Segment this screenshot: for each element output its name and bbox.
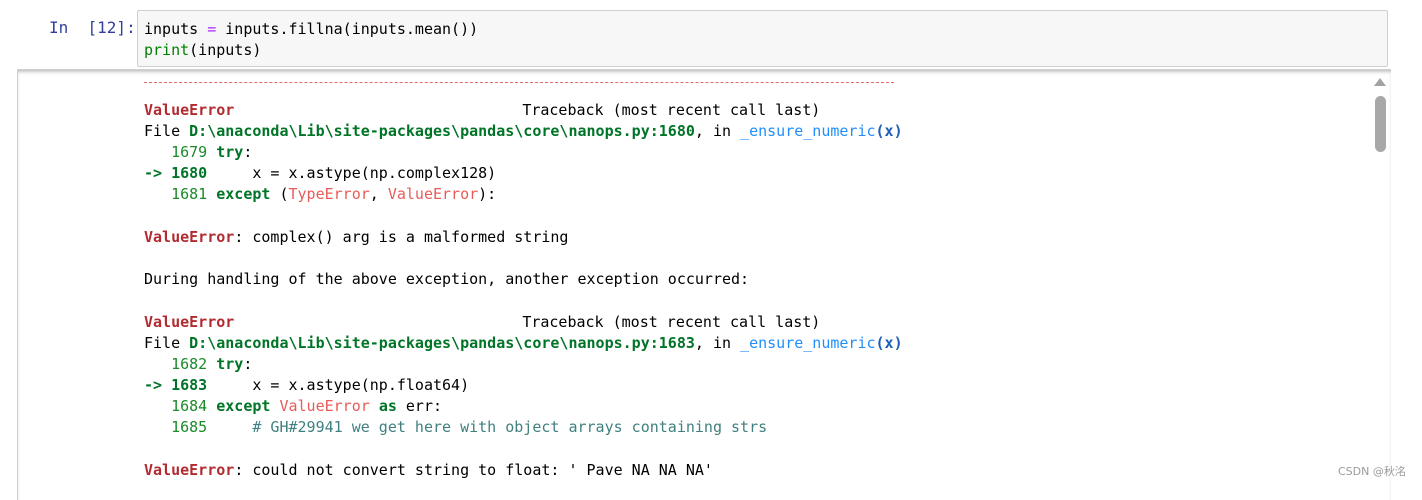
source-line: 1681 except (TypeError, ValueError): — [144, 184, 496, 205]
traceback-header-1: ValueError Traceback (most recent call la… — [144, 100, 820, 121]
during-handling-text: During handling of the above exception, … — [144, 270, 750, 288]
in-text: , in — [694, 334, 741, 352]
code-variable: inputs — [144, 20, 199, 38]
error-name: ValueError — [144, 313, 235, 331]
traceback-title: Traceback (most recent call last) — [522, 101, 821, 119]
exception-type: ValueError — [387, 185, 479, 203]
source-line: 1685 # GH#29941 we get here with object … — [144, 417, 767, 438]
source-line: 1682 try: — [144, 354, 252, 375]
line-number: 1682 — [171, 355, 208, 373]
traceback-file-line-2: File D:\anaconda\Lib\site-packages\panda… — [144, 333, 903, 354]
traceback-file-line-1: File D:\anaconda\Lib\site-packages\panda… — [144, 121, 903, 142]
source-line: 1679 try: — [144, 142, 252, 163]
traceback-header-2: ValueError Traceback (most recent call la… — [144, 312, 820, 333]
file-prefix: File — [144, 122, 190, 140]
error-text: : could not convert string to float: ' P… — [234, 461, 713, 479]
cell-output-area: ValueError Traceback (most recent call la… — [17, 69, 1391, 500]
function-name: _ensure_numeric — [740, 122, 876, 140]
code-text: : — [243, 355, 253, 373]
exception-type: ValueError — [279, 397, 370, 415]
code-text: err: — [405, 397, 443, 415]
code-line-1: inputs = inputs.fillna(inputs.mean()) — [144, 20, 478, 38]
function-arg: (x) — [875, 122, 903, 140]
keyword: except — [216, 397, 271, 415]
line-number: 1684 — [171, 397, 208, 415]
error-message-2: ValueError: could not convert string to … — [144, 460, 713, 481]
file-prefix: File — [144, 334, 190, 352]
scroll-up-arrow-icon[interactable] — [1374, 78, 1386, 86]
source-line-current: -> 1680 x = x.astype(np.complex128) — [144, 163, 496, 184]
input-prompt: In [12]: — [49, 18, 136, 37]
error-name: ValueError — [144, 228, 235, 246]
current-line-arrow: -> — [144, 164, 163, 182]
keyword: try — [216, 143, 244, 161]
error-text: : complex() arg is a malformed string — [234, 228, 569, 246]
exception-type: TypeError — [288, 185, 370, 203]
function-arg: (x) — [875, 334, 903, 352]
file-path-link[interactable]: D:\anaconda\Lib\site-packages\pandas\cor… — [189, 334, 695, 352]
separator: , — [369, 185, 388, 203]
paren: ): — [478, 185, 497, 203]
print-builtin: print — [144, 41, 190, 59]
source-line: 1684 except ValueError as err: — [144, 396, 442, 417]
function-name: _ensure_numeric — [740, 334, 876, 352]
traceback-title: Traceback (most recent call last) — [522, 313, 821, 331]
keyword: as — [378, 397, 397, 415]
error-message-1: ValueError: complex() arg is a malformed… — [144, 227, 568, 248]
line-number: 1679 — [171, 143, 208, 161]
code-line-2: print(inputs) — [144, 41, 261, 59]
paren: ( — [279, 185, 289, 203]
code-input-area[interactable]: inputs = inputs.fillna(inputs.mean()) pr… — [137, 10, 1388, 67]
line-number: 1680 — [171, 164, 208, 182]
line-number: 1681 — [171, 185, 208, 203]
code-text: x = x.astype(np.float64) — [252, 376, 470, 394]
error-name: ValueError — [144, 461, 235, 479]
code-expression: inputs.fillna(inputs.mean()) — [225, 20, 479, 38]
keyword: try — [216, 355, 244, 373]
line-number: 1685 — [171, 418, 208, 436]
assign-operator: = — [207, 20, 217, 38]
traceback-separator — [144, 82, 894, 83]
file-path-link[interactable]: D:\anaconda\Lib\site-packages\pandas\cor… — [189, 122, 695, 140]
source-line-current: -> 1683 x = x.astype(np.float64) — [144, 375, 469, 396]
in-text: , in — [694, 122, 741, 140]
error-name: ValueError — [144, 101, 235, 119]
scrollbar-thumb[interactable] — [1375, 96, 1386, 152]
code-text: x = x.astype(np.complex128) — [252, 164, 497, 182]
print-args: (inputs) — [189, 41, 262, 59]
line-number: 1683 — [171, 376, 208, 394]
current-line-arrow: -> — [144, 376, 163, 394]
keyword: except — [216, 185, 271, 203]
code-comment: # GH#29941 we get here with object array… — [252, 418, 768, 436]
watermark: CSDN @秋洺 — [1338, 465, 1406, 478]
code-text: : — [243, 143, 253, 161]
